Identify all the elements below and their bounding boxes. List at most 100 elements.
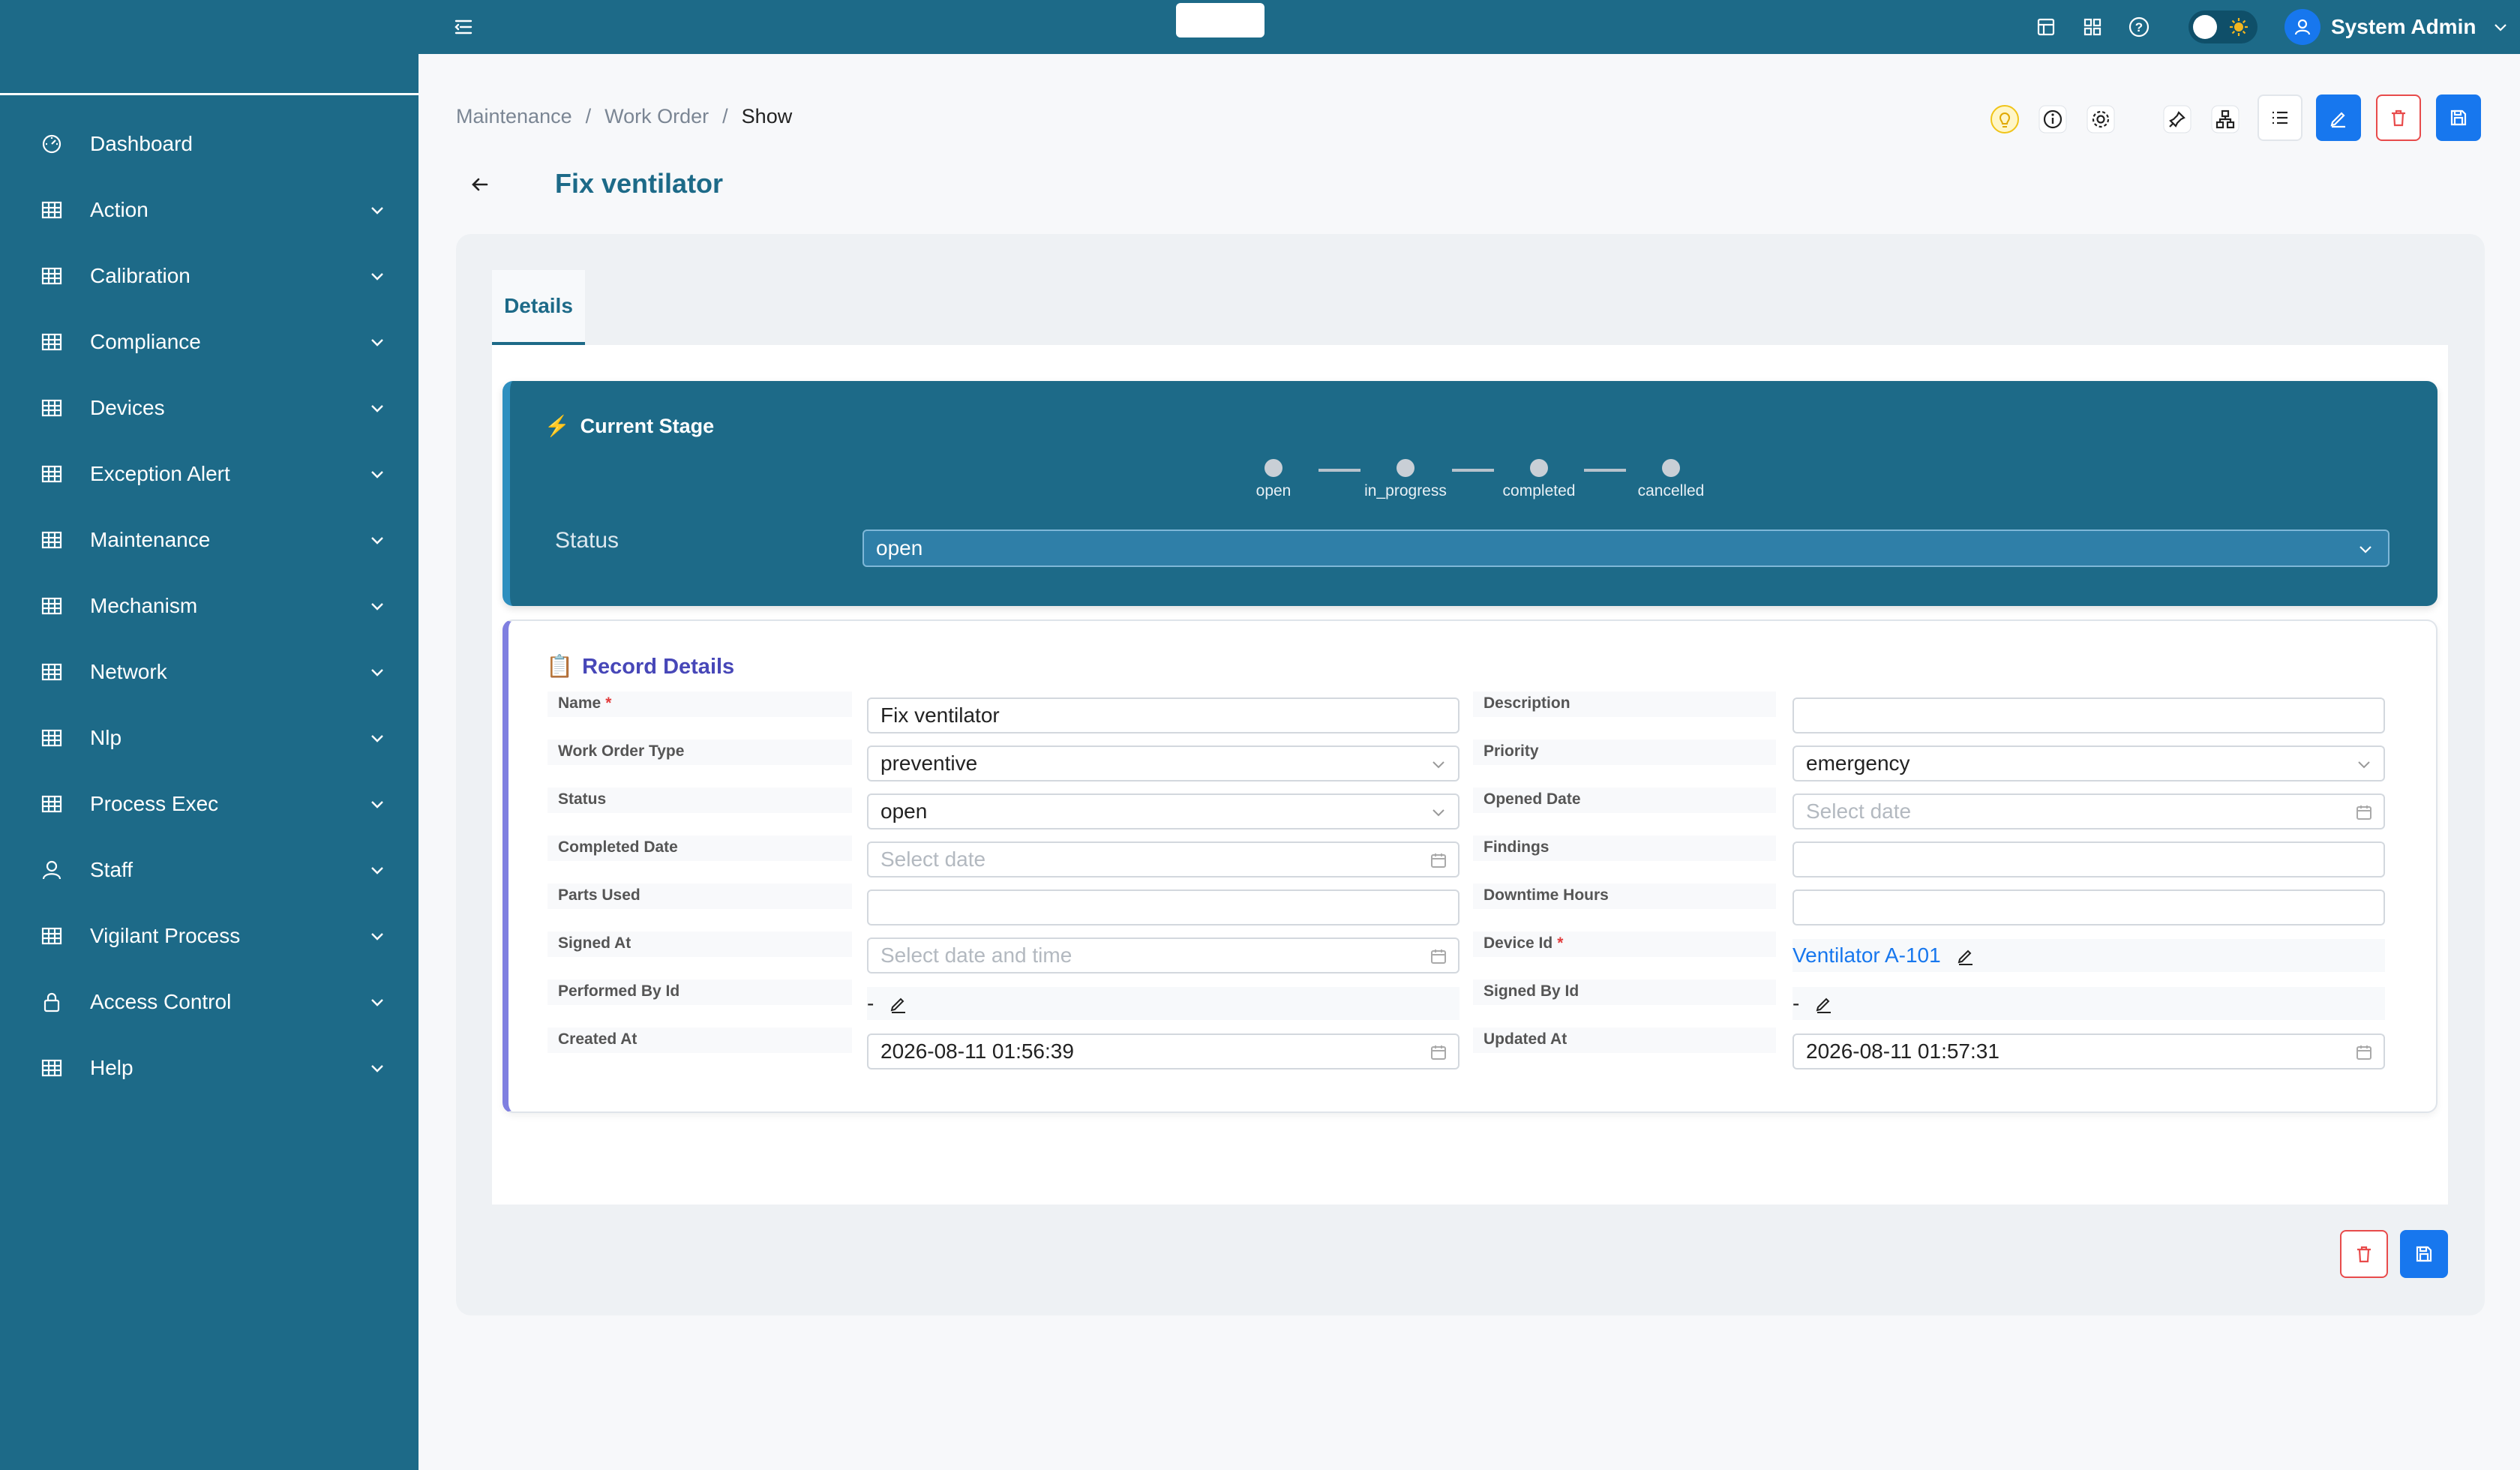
sidebar-item-exception-alert[interactable]: Exception Alert: [0, 441, 418, 507]
calendar-icon: [1431, 950, 1446, 964]
page-title: Fix ventilator: [555, 168, 724, 199]
edit-button[interactable]: [2316, 94, 2361, 141]
sidebar-item-label: Vigilant Process: [90, 924, 241, 947]
delete-button[interactable]: [2376, 94, 2421, 141]
record-details-title: Record Details: [582, 654, 735, 679]
user-menu-chevron-icon[interactable]: [2490, 16, 2511, 38]
back-button[interactable]: [465, 170, 495, 200]
stage-step-label: cancelled: [1637, 482, 1705, 500]
stage-step-completed-dot[interactable]: [1530, 459, 1548, 477]
sidebar-item-devices[interactable]: Devices: [0, 375, 418, 441]
sidebar-item-help[interactable]: Help: [0, 1035, 418, 1101]
sidebar-item-calibration[interactable]: Calibration: [0, 243, 418, 309]
pencil-icon[interactable]: [1956, 946, 1976, 965]
sidebar-item-label: Process Exec: [90, 792, 219, 815]
info-icon[interactable]: [2038, 105, 2067, 134]
pencil-icon[interactable]: [1814, 994, 1834, 1013]
field-label-parts-used: Parts Used: [548, 884, 852, 909]
stage-step-open-dot[interactable]: [1264, 459, 1282, 477]
table-grid-icon: [39, 791, 64, 817]
downtime-hours-input[interactable]: [1792, 890, 2385, 926]
work-order-type-select[interactable]: preventive: [867, 746, 1460, 782]
performed-by-id-text: -: [867, 992, 874, 1015]
breadcrumb-item-work-order[interactable]: Work Order: [604, 105, 709, 128]
theme-toggle[interactable]: [2188, 10, 2258, 44]
sidebar-item-label: Exception Alert: [90, 462, 230, 485]
menu-toggle-icon[interactable]: [448, 14, 478, 40]
sidebar-item-vigilant-process[interactable]: Vigilant Process: [0, 903, 418, 969]
performed-by-id-value: -: [867, 987, 1460, 1020]
help-icon[interactable]: ?: [2126, 14, 2152, 40]
sidebar-item-label: Calibration: [90, 264, 190, 287]
settings-gear-icon[interactable]: [2086, 105, 2115, 134]
sidebar-item-mechanism[interactable]: Mechanism: [0, 573, 418, 639]
signed-at-picker[interactable]: Select date and time: [867, 938, 1460, 974]
opened-date-picker[interactable]: Select date: [1792, 794, 2385, 830]
lock-icon: [39, 989, 64, 1015]
save-disk-icon: [2450, 110, 2467, 126]
priority-select[interactable]: emergency: [1792, 746, 2385, 782]
priority-value: emergency: [1806, 752, 1910, 775]
completed-date-picker[interactable]: Select date: [867, 842, 1460, 878]
sidebar-item-compliance[interactable]: Compliance: [0, 309, 418, 375]
signed-by-id-value: -: [1792, 987, 2385, 1020]
pencil-icon[interactable]: [889, 994, 908, 1013]
sidebar-item-action[interactable]: Action: [0, 177, 418, 243]
save-button[interactable]: [2436, 94, 2481, 141]
calendar-icon: [2356, 806, 2372, 820]
sidebar-item-process-exec[interactable]: Process Exec: [0, 771, 418, 837]
list-view-button[interactable]: [2258, 94, 2302, 141]
trash-icon: [2392, 110, 2405, 127]
sidebar-item-access-control[interactable]: Access Control: [0, 969, 418, 1035]
arrow-left-icon: [472, 178, 488, 191]
field-label-performed-by-id: Performed By Id: [548, 980, 852, 1005]
stage-step-in-progress-dot[interactable]: [1396, 459, 1414, 477]
topbar-search-box[interactable]: [1176, 3, 1264, 38]
table-grid-icon: [39, 395, 64, 421]
created-at-picker[interactable]: 2026-08-11 01:56:39: [867, 1034, 1460, 1070]
footer-delete-button[interactable]: [2340, 1230, 2388, 1278]
stage-status-value: open: [876, 536, 923, 560]
sidebar-brand: [0, 0, 418, 95]
sidebar-item-dashboard[interactable]: Dashboard: [0, 111, 418, 177]
stage-connector: [1452, 469, 1494, 472]
breadcrumb-item-maintenance[interactable]: Maintenance: [456, 105, 572, 128]
chevron-down-icon: [368, 860, 387, 880]
findings-input[interactable]: [1792, 842, 2385, 878]
pin-icon[interactable]: [2163, 105, 2192, 134]
stage-status-select[interactable]: open: [862, 530, 2390, 567]
field-label-priority: Priority: [1473, 740, 1776, 765]
sidebar-item-label: Mechanism: [90, 594, 198, 617]
chevron-down-icon: [1432, 809, 1444, 817]
sidebar-item-staff[interactable]: Staff: [0, 837, 418, 903]
sidebar-item-maintenance[interactable]: Maintenance: [0, 507, 418, 573]
parts-used-input[interactable]: [867, 890, 1460, 926]
description-input[interactable]: [1792, 698, 2385, 734]
updated-at-picker[interactable]: 2026-08-11 01:57:31: [1792, 1034, 2385, 1070]
name-input[interactable]: Fix ventilator: [867, 698, 1460, 734]
status-select[interactable]: open: [867, 794, 1460, 830]
breadcrumb: Maintenance / Work Order / Show: [456, 105, 792, 128]
sidebar-item-nlp[interactable]: Nlp: [0, 705, 418, 771]
sidebar-item-label: Compliance: [90, 330, 201, 353]
breadcrumb-item-current: Show: [741, 105, 793, 128]
device-id-link[interactable]: Ventilator A-101: [1792, 944, 1941, 968]
field-label-findings: Findings: [1473, 836, 1776, 861]
user-name[interactable]: System Admin: [2331, 14, 2476, 40]
user-avatar-icon[interactable]: [2284, 9, 2320, 45]
sidebar-item-label: Access Control: [90, 990, 232, 1013]
chevron-down-icon: [368, 794, 387, 814]
sidebar-item-network[interactable]: Network: [0, 639, 418, 705]
layout-icon[interactable]: [2032, 14, 2060, 40]
sidebar-item-label: Action: [90, 198, 148, 221]
chevron-down-icon: [368, 530, 387, 550]
stage-step-cancelled-dot[interactable]: [1662, 459, 1680, 477]
field-label-created-at: Created At: [548, 1028, 852, 1053]
sidebar-item-label: Help: [90, 1056, 134, 1079]
grid-icon[interactable]: [2079, 14, 2106, 40]
lightbulb-icon[interactable]: [1990, 105, 2019, 134]
work-order-type-value: preventive: [880, 752, 978, 775]
tab-details[interactable]: Details: [492, 270, 585, 345]
footer-save-button[interactable]: [2400, 1230, 2448, 1278]
hierarchy-icon[interactable]: [2211, 105, 2240, 134]
